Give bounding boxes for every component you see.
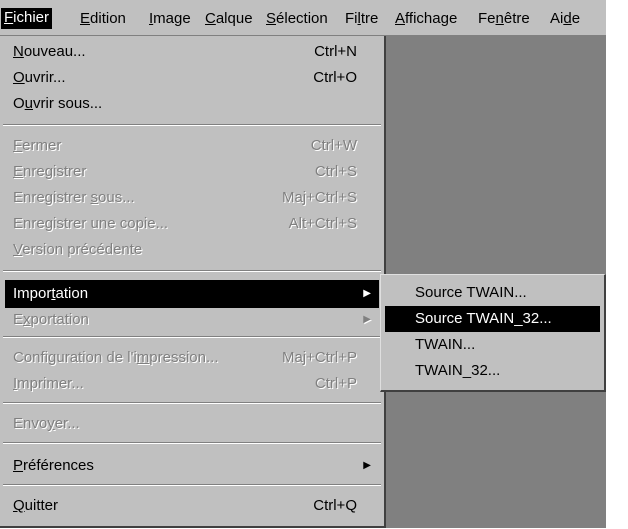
menu-separator	[3, 484, 381, 486]
menu-item-label: Enregistrer	[13, 163, 87, 180]
menu-item-ouvrir-sous[interactable]: Ouvrir sous...	[5, 90, 379, 118]
menu-item-fermer[interactable]: Fermer Ctrl+W	[5, 132, 379, 160]
menu-bar: Fichier Edition Image Calque Sélection F…	[0, 0, 606, 36]
menu-item-label: Préférences	[13, 457, 94, 474]
menu-item-exportation[interactable]: Exportation ▶	[5, 306, 379, 334]
shortcut-label: Ctrl+W	[310, 137, 357, 154]
menu-item-label: Ouvrir sous...	[13, 95, 103, 112]
submenu-item-label: TWAIN_32...	[415, 362, 501, 379]
menu-edition[interactable]: Edition	[80, 9, 126, 29]
submenu-arrow-icon: ▶	[363, 460, 371, 471]
submenu-item-twain[interactable]: TWAIN...	[385, 332, 600, 358]
menu-separator	[3, 124, 381, 126]
menu-item-label: Imprimer...	[13, 375, 84, 392]
shortcut-label: Maj+Ctrl+P	[281, 349, 357, 366]
menu-item-label: Nouveau...	[13, 43, 86, 60]
shortcut-label: Alt+Ctrl+S	[288, 215, 357, 232]
menu-calque[interactable]: Calque	[205, 9, 253, 29]
menu-separator	[3, 270, 381, 272]
submenu-item-label: Source TWAIN...	[415, 284, 527, 301]
shortcut-label: Ctrl+O	[313, 69, 357, 86]
menu-item-enregistrer-sous[interactable]: Enregistrer sous... Maj+Ctrl+S	[5, 184, 379, 212]
submenu-item-twain32[interactable]: TWAIN_32...	[385, 358, 600, 384]
shortcut-label: Ctrl+S	[314, 163, 357, 180]
menu-item-envoyer[interactable]: Envoyer...	[5, 410, 379, 438]
submenu-item-label: Source TWAIN_32...	[415, 310, 552, 327]
menu-selection[interactable]: Sélection	[266, 9, 328, 29]
shortcut-label: Ctrl+Q	[313, 497, 357, 514]
menu-item-enregistrer-copie[interactable]: Enregistrer une copie... Alt+Ctrl+S	[5, 210, 379, 238]
shortcut-label: Ctrl+P	[314, 375, 357, 392]
submenu-item-source-twain32[interactable]: Source TWAIN_32...	[385, 306, 600, 332]
submenu-item-label: TWAIN...	[415, 336, 476, 353]
menu-item-preferences[interactable]: Préférences ▶	[5, 452, 379, 480]
menu-item-label: Enregistrer sous...	[13, 189, 135, 206]
menu-affichage[interactable]: Affichage	[395, 9, 457, 29]
import-submenu: Source TWAIN... Source TWAIN_32... TWAIN…	[380, 274, 606, 392]
menu-item-imprimer[interactable]: Imprimer... Ctrl+P	[5, 370, 379, 398]
menu-item-label: Envoyer...	[13, 415, 80, 432]
menu-fichier[interactable]: Fichier	[1, 8, 53, 29]
menu-filtre[interactable]: Filtre	[345, 9, 378, 29]
menu-item-label: Enregistrer une copie...	[13, 215, 169, 232]
menu-item-version-precedente[interactable]: Version précédente	[5, 236, 379, 264]
menu-item-quitter[interactable]: Quitter Ctrl+Q	[5, 492, 379, 520]
menu-item-label: Fermer	[13, 137, 62, 154]
menu-separator	[3, 336, 381, 338]
menu-aide[interactable]: Aide	[550, 9, 580, 29]
menu-separator	[3, 402, 381, 404]
menu-item-importation[interactable]: Importation ▶	[5, 280, 379, 308]
menu-separator	[3, 442, 381, 444]
menu-item-enregistrer[interactable]: Enregistrer Ctrl+S	[5, 158, 379, 186]
file-menu: Nouveau... Ctrl+N Ouvrir... Ctrl+O Ouvri…	[0, 36, 386, 528]
menu-fenetre[interactable]: Fenêtre	[478, 9, 530, 29]
menu-item-ouvrir[interactable]: Ouvrir... Ctrl+O	[5, 64, 379, 92]
shortcut-label: Maj+Ctrl+S	[281, 189, 357, 206]
menu-item-label: Quitter	[13, 497, 59, 514]
menu-image[interactable]: Image	[149, 9, 191, 29]
menu-item-label: Version précédente	[13, 241, 143, 258]
submenu-arrow-icon: ▶	[363, 288, 371, 299]
menu-item-label: Importation	[13, 285, 89, 302]
menu-item-nouveau[interactable]: Nouveau... Ctrl+N	[5, 38, 379, 66]
menu-item-label: Ouvrir...	[13, 69, 66, 86]
shortcut-label: Ctrl+N	[314, 43, 357, 60]
submenu-item-source-twain[interactable]: Source TWAIN...	[385, 280, 600, 306]
submenu-arrow-icon: ▶	[363, 314, 371, 325]
menu-item-configuration[interactable]: Configuration de l'impression... Maj+Ctr…	[5, 344, 379, 372]
menu-item-label: Configuration de l'impression...	[13, 349, 219, 366]
menu-item-label: Exportation	[13, 311, 89, 328]
